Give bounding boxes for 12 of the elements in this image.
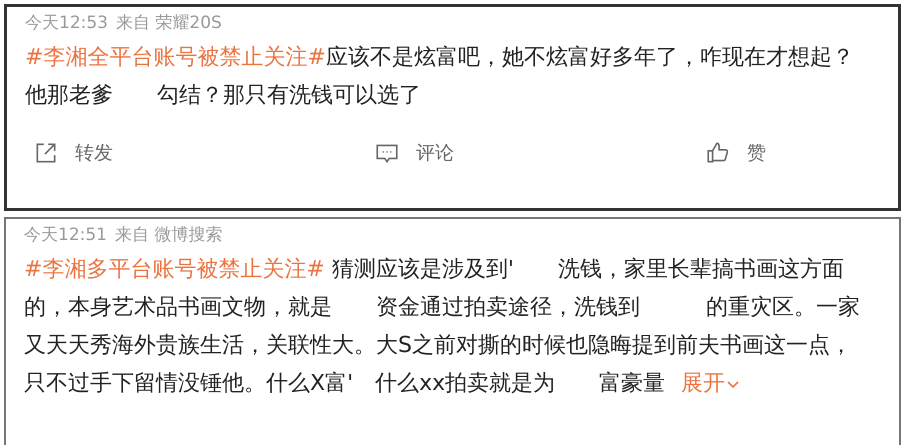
post-time: 今天12:51	[24, 224, 107, 246]
post-source: 来自 微博搜索	[115, 224, 222, 246]
post-text: #李湘全平台账号被禁止关注#应该不是炫富吧，她不炫富好多年了，咋现在才想起？他那老爹 勾结？那只有洗钱可以选了	[25, 44, 855, 110]
expand-link[interactable]: 展开	[681, 364, 742, 402]
topic-link[interactable]: #李湘全平台账号被禁止关注#	[25, 45, 326, 70]
comment-button[interactable]: 评论	[310, 139, 454, 168]
share-button[interactable]: 转发	[25, 139, 113, 168]
like-button[interactable]: 赞	[595, 139, 766, 168]
post-source: 来自 荣耀20S	[116, 12, 222, 35]
post-text: #李湘多平台账号被禁止关注# 猜测应该是涉及到' 洗钱，家里长辈搞书画这方面的，本身艺术品书画文物，就是 资金通过拍卖途径，洗钱到 的重灾区。一家又天天秀海外贵族生活，关联性大。大S之前对撕的时候也隐晦提到前夫书画这一点，只不过手下留情没锤他。什么X富' 什么xx拍卖就是为 富豪量 展开	[24, 250, 873, 402]
post-time: 今天12:53	[25, 12, 108, 35]
topic-link[interactable]: #李湘多平台账号被禁止关注#	[24, 256, 325, 282]
